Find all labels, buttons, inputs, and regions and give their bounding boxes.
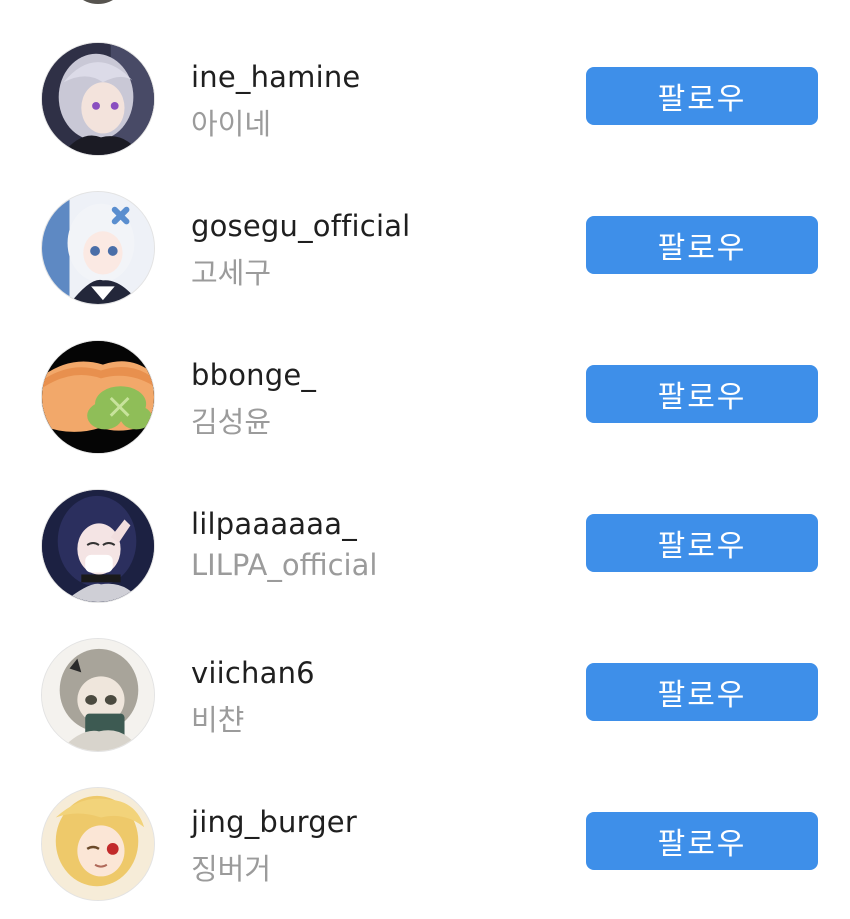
follow-button[interactable]: 팔로우 — [586, 216, 818, 274]
follow-button[interactable]: 팔로우 — [586, 663, 818, 721]
display-name: 김성윤 — [191, 405, 272, 439]
list-item[interactable]: lilpaaaaaa_ LILPA_official 팔로우 — [0, 482, 850, 631]
list-item[interactable]: gosegu_official 고세구 팔로우 — [0, 184, 850, 333]
avatar[interactable] — [41, 787, 155, 901]
username[interactable]: ine_hamine — [191, 60, 360, 94]
follow-button[interactable]: 팔로우 — [586, 514, 818, 572]
list-item[interactable]: ine_hamine 아이네 팔로우 — [0, 35, 850, 184]
avatar[interactable] — [41, 191, 155, 305]
follow-button[interactable]: 팔로우 — [586, 67, 818, 125]
follow-button[interactable]: 팔로우 — [586, 812, 818, 870]
partial-avatar[interactable] — [68, 0, 128, 4]
display-name: LILPA_official — [191, 548, 378, 582]
display-name: 아이네 — [191, 107, 272, 141]
avatar[interactable] — [41, 340, 155, 454]
follow-suggestion-list: ine_hamine 아이네 팔로우 gosegu_official 고세구 팔… — [0, 0, 850, 919]
avatar[interactable] — [41, 638, 155, 752]
follow-button[interactable]: 팔로우 — [586, 365, 818, 423]
username[interactable]: viichan6 — [191, 656, 315, 690]
avatar[interactable] — [41, 489, 155, 603]
username[interactable]: bbonge_ — [191, 358, 316, 392]
display-name: 징버거 — [191, 852, 272, 886]
username[interactable]: gosegu_official — [191, 209, 410, 243]
username[interactable]: jing_burger — [191, 805, 357, 839]
display-name: 고세구 — [191, 256, 272, 290]
list-item[interactable]: jing_burger 징버거 팔로우 — [0, 780, 850, 919]
username[interactable]: lilpaaaaaa_ — [191, 507, 357, 541]
list-item[interactable]: bbonge_ 김성윤 팔로우 — [0, 333, 850, 482]
list-item[interactable]: viichan6 비챤 팔로우 — [0, 631, 850, 780]
avatar[interactable] — [41, 42, 155, 156]
display-name: 비챤 — [191, 703, 245, 737]
